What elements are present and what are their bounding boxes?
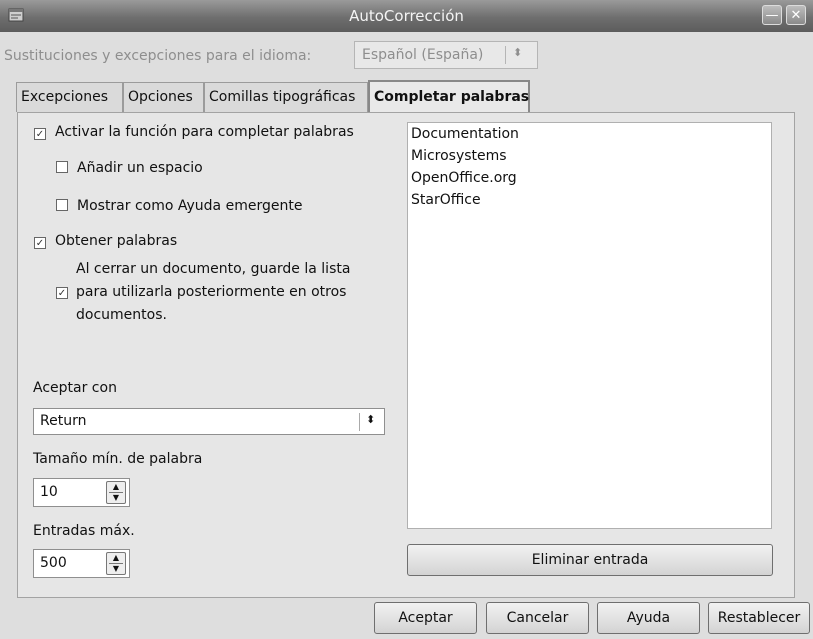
checkmark-icon: ✓ [34,128,46,140]
checkmark-icon: ✓ [34,237,46,249]
enable-completion-checkbox[interactable]: ✓ Activar la función para completar palab… [34,124,354,140]
ok-button[interactable]: Aceptar [374,602,477,634]
help-button[interactable]: Ayuda [597,602,700,634]
checkbox-label: Mostrar como Ayuda emergente [77,198,303,214]
max-entries-spinner[interactable]: 500 ▲ ▼ [33,549,130,578]
accept-with-value: Return [40,413,87,429]
show-as-tip-checkbox[interactable]: Mostrar como Ayuda emergente [56,198,302,214]
append-space-checkbox[interactable]: Añadir un espacio [56,160,203,176]
checkbox-box [56,161,68,173]
minimize-icon: — [765,8,779,23]
list-item[interactable]: StarOffice [411,192,481,208]
title-bar: AutoCorrección — ✕ [0,0,813,32]
spin-buttons[interactable]: ▲ ▼ [106,481,126,504]
autocorrect-dialog: AutoCorrección — ✕ Sustituciones y excep… [0,0,813,639]
select-arrows-icon: ⬍ [366,413,376,426]
select-divider [359,413,360,431]
label-line: Al cerrar un documento, guarde la lista [76,261,351,277]
spin-up-icon[interactable]: ▲ [107,482,125,492]
list-item[interactable]: Documentation [411,126,519,142]
spin-down-icon[interactable]: ▼ [107,564,125,574]
label-line: documentos. [76,307,167,323]
checkmark-icon: ✓ [56,287,68,299]
min-word-length-label: Tamaño mín. de palabra [33,451,203,467]
language-select[interactable]: Español (España) ⬍ [354,41,538,69]
close-button[interactable]: ✕ [786,5,806,25]
cancel-button[interactable]: Cancelar [486,602,589,634]
tab-label: Comillas tipográficas [209,89,356,105]
tab-label: Completar palabras [374,89,530,105]
tab-completar-palabras[interactable]: Completar palabras [368,80,530,113]
list-item[interactable]: Microsystems [411,148,507,164]
accept-with-select[interactable]: Return ⬍ [33,408,385,435]
spin-down-icon[interactable]: ▼ [107,493,125,503]
accept-with-label: Aceptar con [33,380,117,396]
language-row: Sustituciones y excepciones para el idio… [0,36,813,76]
checkbox-label: Activar la función para completar palabr… [55,124,354,140]
word-list[interactable]: Documentation Microsystems OpenOffice.or… [407,122,772,529]
language-label: Sustituciones y excepciones para el idio… [4,48,312,64]
checkbox-label: Obtener palabras [55,233,178,249]
select-divider [505,46,506,64]
delete-entry-button[interactable]: Eliminar entrada [407,544,773,576]
spin-buttons[interactable]: ▲ ▼ [106,552,126,575]
max-entries-value: 500 [40,555,67,571]
tab-label: Opciones [128,89,193,105]
min-word-length-spinner[interactable]: 10 ▲ ▼ [33,478,130,507]
tab-comillas[interactable]: Comillas tipográficas [204,82,368,112]
reset-button[interactable]: Restablecer [708,602,810,634]
window-title: AutoCorrección [349,7,464,25]
tab-label: Excepciones [21,89,109,105]
tab-excepciones[interactable]: Excepciones [16,82,123,112]
max-entries-label: Entradas máx. [33,523,135,539]
tab-opciones[interactable]: Opciones [123,82,204,112]
checkbox-label: Añadir un espacio [77,160,203,176]
collect-words-checkbox[interactable]: ✓ Obtener palabras [34,233,177,249]
checkbox-box [56,199,68,211]
spin-up-icon[interactable]: ▲ [107,553,125,563]
checkbox-label: Al cerrar un documento, guarde la lista … [76,258,350,327]
list-item[interactable]: OpenOffice.org [411,170,517,186]
label-line: para utilizarla posteriormente en otros [76,284,347,300]
close-icon: ✕ [790,8,802,23]
min-word-length-value: 10 [40,484,58,500]
select-arrows-icon: ⬍ [513,46,523,59]
minimize-button[interactable]: — [762,5,782,25]
language-value: Español (España) [362,47,484,63]
